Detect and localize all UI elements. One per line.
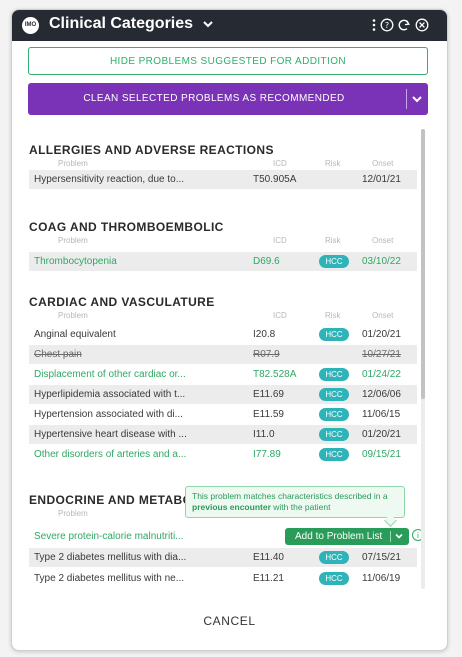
clean-selected-label: CLEAN SELECTED PROBLEMS AS RECOMMENDED <box>83 93 345 104</box>
icd-code: E11.40 <box>253 552 284 563</box>
hcc-badge: HCC <box>319 428 349 441</box>
hcc-badge: HCC <box>319 572 349 585</box>
section-title: ENDOCRINE AND METABO <box>29 493 193 507</box>
icd-code: E11.69 <box>253 389 284 400</box>
table-row[interactable]: Hypertensive heart disease with ... I11.… <box>29 425 417 444</box>
col-header-problem: Problem <box>58 236 88 245</box>
hcc-badge: HCC <box>319 408 349 421</box>
encounter-tooltip: This problem matches characteristics des… <box>185 486 405 518</box>
icd-code: T50.905A <box>253 174 297 185</box>
chevron-down-icon[interactable] <box>394 531 404 541</box>
section-title: CARDIAC AND VASCULATURE <box>29 295 215 309</box>
col-header-problem: Problem <box>58 159 88 168</box>
table-row[interactable]: Displacement of other cardiac or... T82.… <box>29 365 417 384</box>
add-button-label: Add to Problem List <box>295 531 383 542</box>
problem-name: Hyperlipidemia associated with t... <box>34 389 186 400</box>
button-divider <box>406 89 407 109</box>
onset-date: 12/06/06 <box>362 389 401 400</box>
chevron-down-icon[interactable] <box>411 93 423 105</box>
problem-name: Hypersensitivity reaction, due to... <box>34 174 185 185</box>
table-row[interactable]: Chest pain R07.9 10/27/21 <box>29 345 417 364</box>
problem-name: Chest pain <box>34 349 82 360</box>
onset-date: 10/27/21 <box>362 349 401 360</box>
kebab-menu-icon[interactable] <box>367 18 381 32</box>
panel-title[interactable]: Clinical Categories <box>49 15 193 33</box>
hcc-badge: HCC <box>319 448 349 461</box>
icd-code: D69.6 <box>253 256 280 267</box>
icd-code: R07.9 <box>253 349 280 360</box>
svg-text:?: ? <box>385 21 389 30</box>
problem-name: Hypertensive heart disease with ... <box>34 429 187 440</box>
col-header-onset: Onset <box>372 311 394 320</box>
refresh-icon[interactable] <box>397 18 411 32</box>
table-row[interactable]: Type 2 diabetes mellitus with ne... E11.… <box>29 569 417 588</box>
table-row[interactable]: Type 2 diabetes mellitus with dia... E11… <box>29 548 417 567</box>
hcc-badge: HCC <box>319 368 349 381</box>
icd-code: E11.59 <box>253 409 284 420</box>
add-to-problem-list-button[interactable]: Add to Problem List <box>285 528 409 545</box>
problem-name: Hypertension associated with di... <box>34 409 183 420</box>
problem-list[interactable]: ALLERGIES AND ADVERSE REACTIONS Problem … <box>12 121 447 601</box>
scrollbar-thumb[interactable] <box>421 129 425 399</box>
onset-date: 01/20/21 <box>362 329 401 340</box>
hcc-badge: HCC <box>319 388 349 401</box>
onset-date: 11/06/19 <box>362 573 401 584</box>
onset-date: 01/20/21 <box>362 429 401 440</box>
col-header-icd: ICD <box>273 159 287 168</box>
button-divider <box>390 531 391 542</box>
icd-code: E11.21 <box>253 573 284 584</box>
icd-code: T82.528A <box>253 369 297 380</box>
problem-name: Type 2 diabetes mellitus with dia... <box>34 552 187 563</box>
onset-date: 12/01/21 <box>362 174 401 185</box>
tooltip-text-end: with the patient <box>270 502 331 512</box>
chevron-down-icon[interactable] <box>202 18 214 30</box>
onset-date: 07/15/21 <box>362 552 401 563</box>
table-row[interactable]: Hypertension associated with di... E11.5… <box>29 405 417 424</box>
problem-name: Thrombocytopenia <box>34 256 117 267</box>
problem-name: Displacement of other cardiac or... <box>34 369 186 380</box>
onset-date: 03/10/22 <box>362 256 401 267</box>
col-header-risk: Risk <box>325 236 341 245</box>
icd-code: I77.89 <box>253 449 281 460</box>
hide-suggested-button[interactable]: HIDE PROBLEMS SUGGESTED FOR ADDITION <box>28 47 428 75</box>
table-row[interactable]: Hypersensitivity reaction, due to... T50… <box>29 170 417 189</box>
table-row[interactable]: Thrombocytopenia D69.6 HCC 03/10/22 <box>29 252 417 271</box>
help-icon[interactable]: ? <box>380 18 394 32</box>
clean-selected-button[interactable]: CLEAN SELECTED PROBLEMS AS RECOMMENDED <box>28 83 428 115</box>
col-header-onset: Onset <box>372 236 394 245</box>
title-bar: IMO Clinical Categories ? <box>12 10 447 41</box>
onset-date: 09/15/21 <box>362 449 401 460</box>
icd-code: I11.0 <box>253 429 275 440</box>
section-title: COAG AND THROMBOEMBOLIC <box>29 220 224 234</box>
problem-name: Anginal equivalent <box>34 329 116 340</box>
hcc-badge: HCC <box>319 255 349 268</box>
col-header-onset: Onset <box>372 159 394 168</box>
col-header-problem: Problem <box>58 311 88 320</box>
clinical-categories-panel: IMO Clinical Categories ? HIDE PROBLEMS … <box>11 9 448 651</box>
hcc-badge: HCC <box>319 328 349 341</box>
tooltip-text: This problem matches characteristics des… <box>192 491 388 501</box>
onset-date: 01/24/22 <box>362 369 401 380</box>
problem-name: Type 2 diabetes mellitus with ne... <box>34 573 185 584</box>
problem-name: Severe protein-calorie malnutriti... <box>34 531 184 542</box>
imo-logo: IMO <box>22 17 39 34</box>
problem-name: Other disorders of arteries and a... <box>34 449 187 460</box>
cancel-button[interactable]: CANCEL <box>12 614 447 628</box>
onset-date: 11/06/15 <box>362 409 401 420</box>
col-header-problem: Problem <box>58 509 88 518</box>
section-title: ALLERGIES AND ADVERSE REACTIONS <box>29 143 274 157</box>
close-icon[interactable] <box>415 18 429 32</box>
col-header-risk: Risk <box>325 311 341 320</box>
table-row[interactable]: Other disorders of arteries and a... I77… <box>29 445 417 464</box>
table-row[interactable]: Anginal equivalent I20.8 HCC 01/20/21 <box>29 325 417 344</box>
table-row[interactable]: Hyperlipidemia associated with t... E11.… <box>29 385 417 404</box>
hcc-badge: HCC <box>319 551 349 564</box>
col-header-icd: ICD <box>273 236 287 245</box>
tooltip-emphasis: previous encounter <box>192 502 271 512</box>
col-header-risk: Risk <box>325 159 341 168</box>
col-header-icd: ICD <box>273 311 287 320</box>
table-row[interactable]: Severe protein-calorie malnutriti... Add… <box>29 527 424 546</box>
icd-code: I20.8 <box>253 329 276 340</box>
